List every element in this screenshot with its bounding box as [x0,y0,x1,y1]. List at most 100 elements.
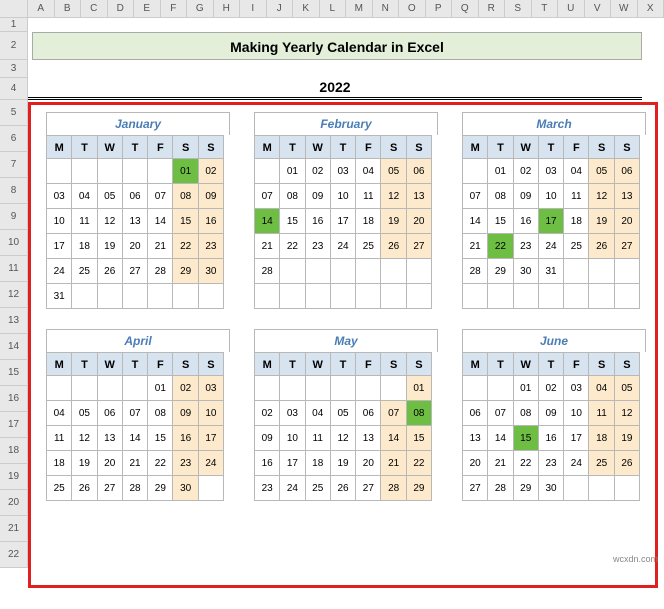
day-cell[interactable]: 21 [487,450,513,476]
day-cell[interactable] [172,283,198,309]
day-cell[interactable]: 18 [71,233,97,259]
day-cell[interactable]: 31 [538,258,564,284]
day-cell[interactable] [305,375,331,401]
day-cell[interactable] [97,158,123,184]
day-cell[interactable]: 28 [487,475,513,501]
column-header[interactable]: E [134,0,161,17]
day-cell[interactable]: 15 [513,425,539,451]
day-cell[interactable] [355,283,381,309]
day-cell[interactable] [614,475,640,501]
day-cell[interactable] [614,283,640,309]
day-cell[interactable]: 29 [487,258,513,284]
row-header[interactable]: 16 [0,386,28,412]
day-cell[interactable]: 06 [614,158,640,184]
day-cell[interactable] [614,258,640,284]
day-cell[interactable]: 16 [172,425,198,451]
day-cell[interactable]: 22 [487,233,513,259]
day-cell[interactable]: 04 [588,375,614,401]
day-cell[interactable]: 21 [147,233,173,259]
column-header[interactable]: Q [452,0,479,17]
day-cell[interactable]: 12 [588,183,614,209]
day-cell[interactable] [588,475,614,501]
day-cell[interactable]: 26 [71,475,97,501]
day-cell[interactable]: 14 [254,208,280,234]
day-cell[interactable] [147,283,173,309]
row-header[interactable]: 22 [0,542,28,568]
day-cell[interactable] [355,258,381,284]
day-cell[interactable] [122,283,148,309]
day-cell[interactable]: 05 [380,158,406,184]
day-cell[interactable]: 11 [305,425,331,451]
day-cell[interactable]: 23 [538,450,564,476]
column-header[interactable]: N [373,0,400,17]
day-cell[interactable]: 24 [330,233,356,259]
day-cell[interactable]: 13 [355,425,381,451]
row-header[interactable]: 9 [0,204,28,230]
day-cell[interactable]: 07 [147,183,173,209]
day-cell[interactable]: 19 [330,450,356,476]
column-header[interactable]: W [611,0,638,17]
column-header[interactable]: V [585,0,612,17]
day-cell[interactable]: 22 [513,450,539,476]
day-cell[interactable]: 24 [46,258,72,284]
day-cell[interactable] [71,375,97,401]
day-cell[interactable]: 09 [538,400,564,426]
select-all-corner[interactable] [0,0,28,17]
day-cell[interactable]: 04 [563,158,589,184]
day-cell[interactable]: 12 [614,400,640,426]
day-cell[interactable]: 02 [538,375,564,401]
day-cell[interactable] [462,283,488,309]
day-cell[interactable] [487,375,513,401]
day-cell[interactable]: 30 [198,258,224,284]
day-cell[interactable] [254,158,280,184]
column-header[interactable]: L [320,0,347,17]
day-cell[interactable]: 05 [614,375,640,401]
day-cell[interactable] [46,375,72,401]
day-cell[interactable]: 17 [46,233,72,259]
day-cell[interactable]: 13 [614,183,640,209]
day-cell[interactable]: 10 [330,183,356,209]
day-cell[interactable] [254,375,280,401]
row-header[interactable]: 20 [0,490,28,516]
day-cell[interactable]: 20 [122,233,148,259]
day-cell[interactable]: 09 [305,183,331,209]
day-cell[interactable]: 19 [71,450,97,476]
day-cell[interactable]: 25 [355,233,381,259]
column-header[interactable]: G [187,0,214,17]
row-header[interactable]: 17 [0,412,28,438]
day-cell[interactable]: 30 [172,475,198,501]
day-cell[interactable] [538,283,564,309]
day-cell[interactable]: 13 [462,425,488,451]
day-cell[interactable]: 27 [614,233,640,259]
row-header[interactable]: 6 [0,126,28,152]
day-cell[interactable]: 10 [198,400,224,426]
day-cell[interactable]: 17 [198,425,224,451]
day-cell[interactable]: 10 [538,183,564,209]
day-cell[interactable]: 14 [380,425,406,451]
day-cell[interactable]: 19 [97,233,123,259]
day-cell[interactable]: 09 [513,183,539,209]
day-cell[interactable]: 05 [588,158,614,184]
row-header[interactable]: 12 [0,282,28,308]
day-cell[interactable]: 25 [46,475,72,501]
column-header[interactable]: H [214,0,241,17]
day-cell[interactable]: 28 [462,258,488,284]
day-cell[interactable]: 21 [380,450,406,476]
day-cell[interactable]: 25 [305,475,331,501]
day-cell[interactable]: 11 [588,400,614,426]
day-cell[interactable]: 03 [279,400,305,426]
day-cell[interactable]: 14 [462,208,488,234]
day-cell[interactable]: 01 [279,158,305,184]
column-header[interactable]: P [426,0,453,17]
day-cell[interactable]: 22 [406,450,432,476]
day-cell[interactable]: 15 [147,425,173,451]
day-cell[interactable] [254,283,280,309]
row-header[interactable]: 1 [0,18,28,32]
day-cell[interactable] [563,258,589,284]
day-cell[interactable]: 05 [71,400,97,426]
day-cell[interactable]: 13 [122,208,148,234]
row-header[interactable]: 10 [0,230,28,256]
day-cell[interactable]: 21 [462,233,488,259]
day-cell[interactable]: 11 [46,425,72,451]
day-cell[interactable]: 07 [487,400,513,426]
